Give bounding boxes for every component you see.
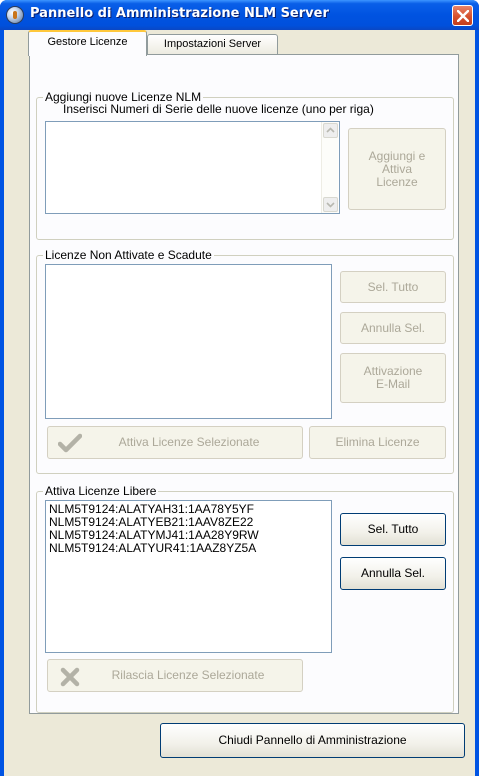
free-select-all-button[interactable]: Sel. Tutto bbox=[340, 513, 446, 546]
window-title: Pannello di Amministrazione NLM Server bbox=[30, 6, 329, 21]
email-activation-button[interactable]: Attivazione E-Mail bbox=[340, 353, 446, 403]
free-licenses-list[interactable]: NLM5T9124:ALATYAH31:1AA78Y5YF NLM5T9124:… bbox=[45, 500, 332, 653]
free-licenses-group: Attiva Licenze Libere NLM5T9124:ALATYAH3… bbox=[36, 484, 454, 713]
free-deselect-button[interactable]: Annulla Sel. bbox=[340, 557, 446, 590]
inactive-licenses-list[interactable] bbox=[45, 264, 332, 419]
free-licenses-group-title: Attiva Licenze Libere bbox=[43, 484, 159, 498]
delete-licenses-button[interactable]: Elimina Licenze bbox=[309, 426, 446, 459]
checkmark-icon bbox=[57, 433, 83, 456]
list-item[interactable]: NLM5T9124:ALATYUR41:1AAZ8YZ5A bbox=[46, 542, 331, 555]
inactive-licenses-group-title: Licenze Non Attivate e Scadute bbox=[43, 248, 214, 262]
tab-panel-license-manager: Aggiungi nuove Licenze NLM Inserisci Num… bbox=[29, 54, 459, 714]
scroll-up-arrow[interactable] bbox=[323, 123, 338, 138]
title-bar[interactable]: Pannello di Amministrazione NLM Server bbox=[0, 0, 479, 30]
close-icon bbox=[457, 10, 469, 22]
activate-selected-button[interactable]: Attiva Licenze Selezionate bbox=[47, 426, 303, 459]
tab-server-settings[interactable]: Impostazioni Server bbox=[147, 34, 278, 55]
email-activation-label: Attivazione E-Mail bbox=[363, 364, 423, 391]
serials-scrollbar[interactable] bbox=[321, 122, 338, 213]
nlm-server-icon bbox=[6, 6, 24, 24]
close-admin-panel-button[interactable]: Chiudi Pannello di Amministrazione bbox=[160, 723, 465, 758]
chevron-down-icon bbox=[326, 202, 335, 208]
cross-icon bbox=[60, 667, 80, 690]
add-activate-button[interactable]: Aggiungi e Attiva Licenze bbox=[348, 128, 446, 210]
add-activate-label: Aggiungi e Attiva Licenze bbox=[368, 148, 426, 189]
serials-input[interactable] bbox=[45, 121, 340, 214]
serials-instructions: Inserisci Numeri di Serie delle nuove li… bbox=[63, 102, 374, 116]
scroll-down-arrow[interactable] bbox=[323, 197, 338, 212]
close-button[interactable] bbox=[452, 5, 473, 26]
inactive-select-all-button[interactable]: Sel. Tutto bbox=[340, 271, 446, 303]
chevron-up-icon bbox=[326, 127, 335, 133]
release-selected-label: Rilascia Licenze Selezionate bbox=[111, 668, 265, 682]
admin-window: Pannello di Amministrazione NLM Server G… bbox=[0, 0, 479, 776]
inactive-licenses-group: Licenze Non Attivate e Scadute Sel. Tutt… bbox=[36, 248, 454, 474]
activate-selected-label: Attiva Licenze Selezionate bbox=[118, 435, 260, 449]
inactive-deselect-button[interactable]: Annulla Sel. bbox=[340, 312, 446, 344]
release-selected-button[interactable]: Rilascia Licenze Selezionate bbox=[47, 659, 303, 692]
add-licenses-group: Aggiungi nuove Licenze NLM Inserisci Num… bbox=[36, 90, 454, 240]
tab-license-manager[interactable]: Gestore Licenze bbox=[28, 30, 147, 56]
